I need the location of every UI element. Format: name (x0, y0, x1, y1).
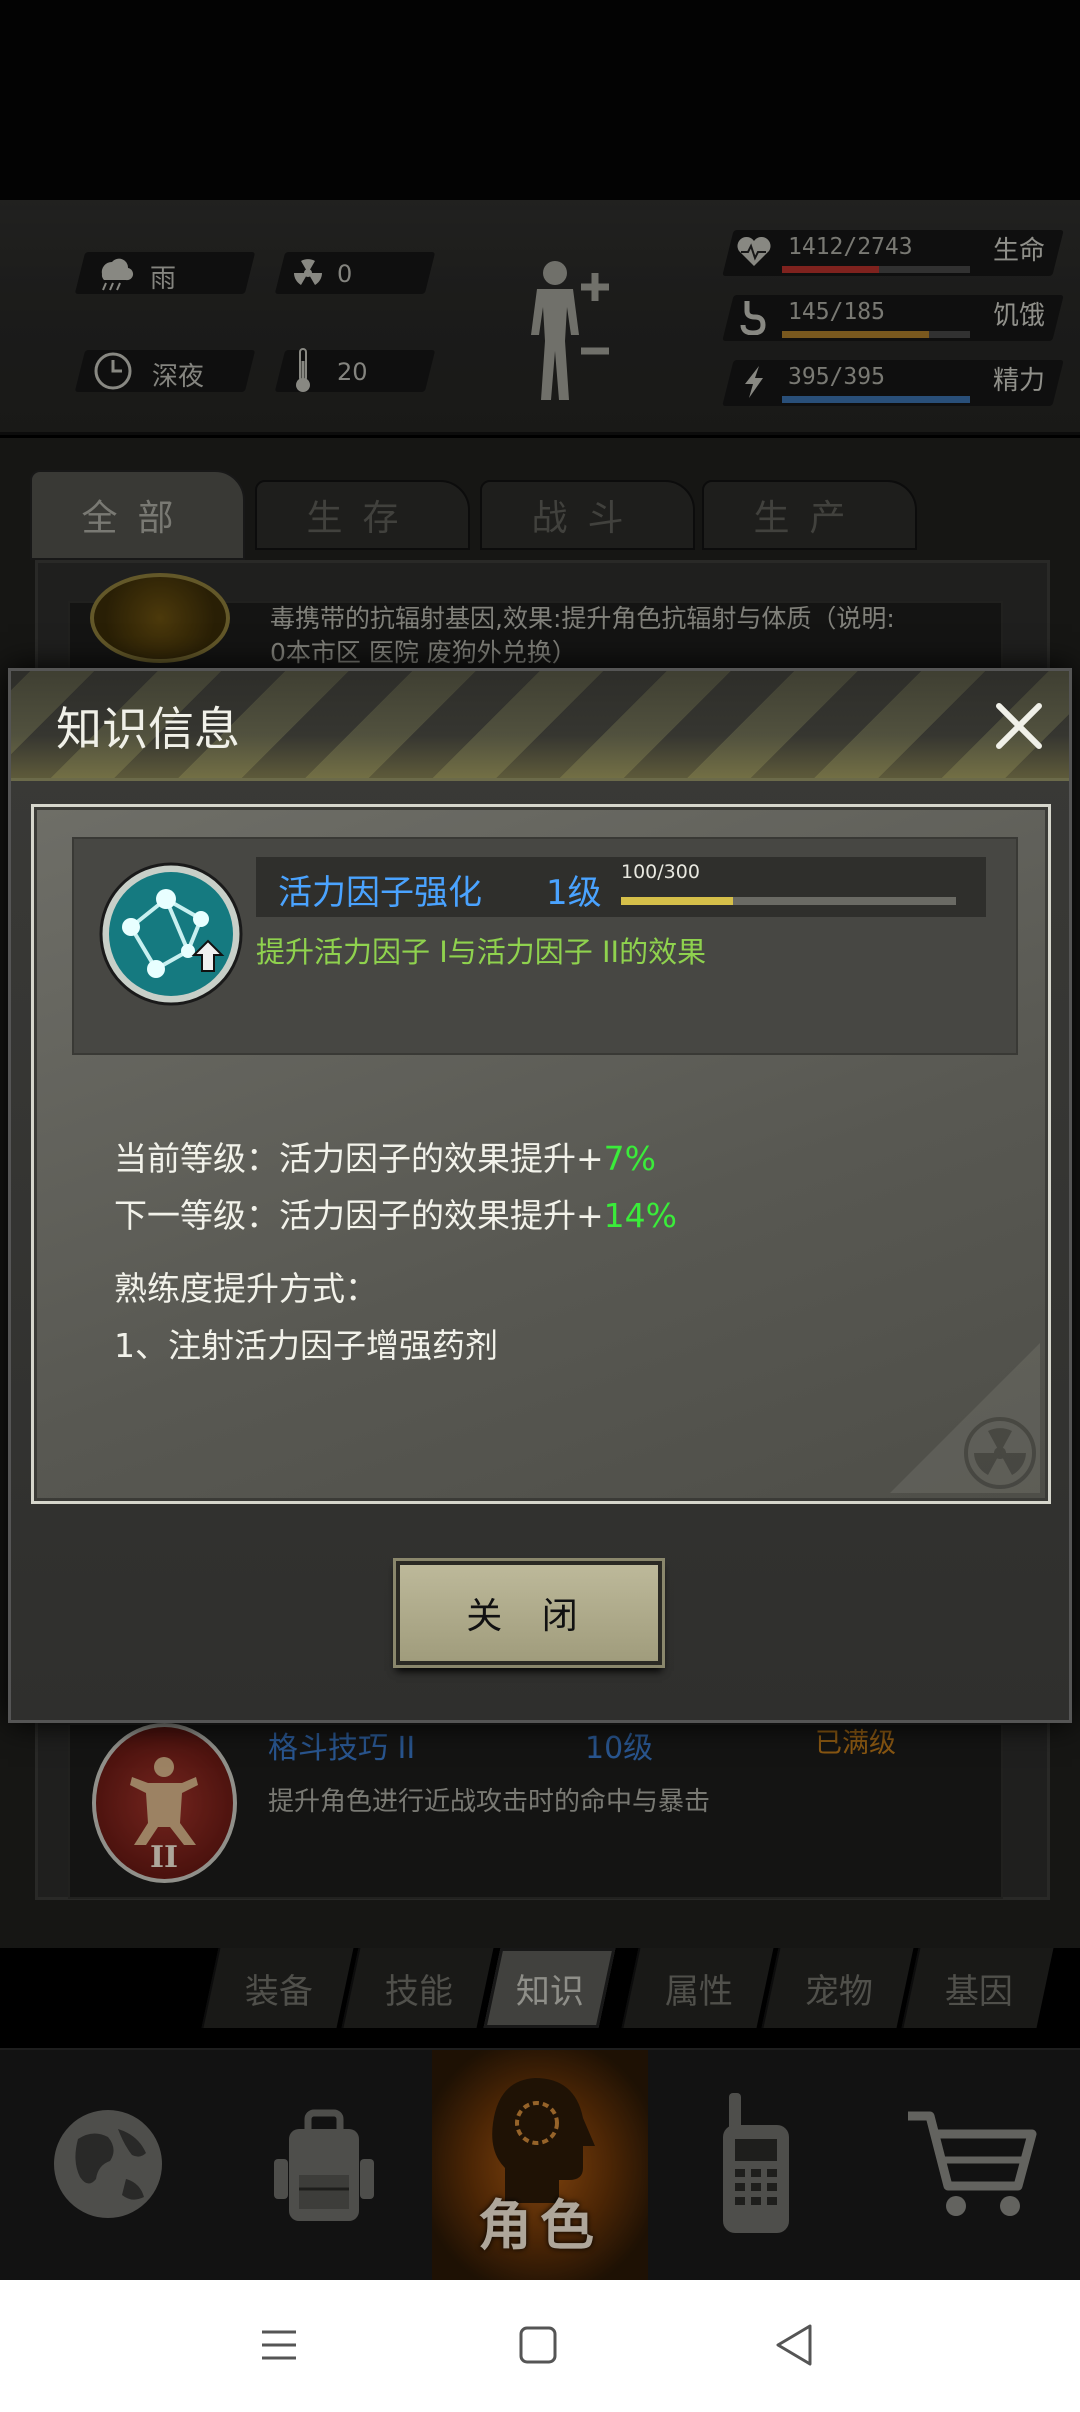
current-level-value: 7% (603, 1139, 657, 1178)
skill-name: 活力因子强化 (278, 873, 482, 913)
top-black-bar (0, 0, 1080, 200)
stomach-icon (734, 295, 774, 339)
nav-character-label: 角色 (478, 2194, 602, 2257)
home-icon[interactable] (517, 2324, 559, 2370)
system-nav-bar (0, 2280, 1080, 2412)
time-text: 深夜 (152, 362, 205, 392)
nav-world[interactable] (0, 2050, 216, 2282)
subtab-label: 装备 (244, 1971, 313, 2012)
skill-card: 活力因子强化 1级 100/300 提升活力因子 I与活力因子 II的效果 (72, 837, 1018, 1055)
nav-backpack[interactable] (216, 2050, 432, 2282)
health-value: 1412/2743 (788, 234, 913, 260)
character-subtabs: 装备 技能 知识 属性 宠物 基因 (200, 1948, 1060, 2028)
radiation-icon (285, 250, 331, 296)
dialog-body: 活力因子强化 1级 100/300 提升活力因子 I与活力因子 II的效果 当前… (31, 804, 1051, 1504)
energy-value: 395/395 (788, 364, 885, 390)
energy-bar-fill (782, 396, 970, 403)
current-level-text: 当前等级：活力因子的效果提升+ (114, 1139, 604, 1178)
next-level-line: 下一等级：活力因子的效果提升+14% (114, 1189, 677, 1237)
hunger-bar (782, 331, 970, 338)
list-item-desc: 提升角色进行近战攻击时的命中与暴击 (268, 1787, 711, 1817)
skill-description: 提升活力因子 I与活力因子 II的效果 (256, 935, 707, 969)
subtab-pets[interactable]: 宠物 (761, 1948, 914, 2028)
energy-icon (734, 360, 774, 404)
nav-radio[interactable] (648, 2050, 864, 2282)
list-item-desc: 毒携带的抗辐射基因,效果:提升角色抗辐射与体质（说明: (270, 604, 895, 633)
fighting-skill-icon: II (92, 1723, 237, 1883)
close-button[interactable]: 关 闭 (396, 1561, 662, 1665)
cart-icon (902, 2104, 1042, 2228)
radio-icon (701, 2089, 811, 2243)
subtab-label: 属性 (664, 1971, 733, 2012)
subtab-skills[interactable]: 技能 (341, 1948, 494, 2028)
backpack-icon (264, 2099, 384, 2233)
subtab-equipment[interactable]: 装备 (201, 1948, 354, 2028)
temperature-value: 20 (337, 358, 368, 386)
list-item[interactable]: II 格斗技巧 II 10级 已满级 提升角色进行近战攻击时的命中与暴击 (68, 1723, 1003, 1899)
hunger-value: 145/185 (788, 299, 885, 325)
skill-exp-bar (621, 897, 956, 905)
method-title: 熟练度提升方式： (114, 1269, 378, 1308)
back-icon[interactable] (772, 2322, 816, 2372)
next-level-text: 下一等级：活力因子的效果提升+ (114, 1196, 604, 1235)
skill-header: 活力因子强化 1级 100/300 (256, 857, 986, 917)
nav-shop[interactable] (864, 2050, 1080, 2282)
health-label: 生命 (993, 236, 1046, 266)
clock-icon (88, 346, 138, 396)
globe-icon (48, 2099, 168, 2233)
skill-exp-text: 100/300 (621, 861, 700, 883)
subtab-genes[interactable]: 基因 (901, 1948, 1054, 2028)
tab-combat[interactable]: 战斗 (480, 480, 695, 550)
gene-icon (90, 573, 230, 663)
energy-label: 精力 (993, 366, 1046, 396)
heart-icon (734, 230, 774, 274)
list-item-name: 格斗技巧 II (268, 1731, 416, 1766)
energy-bar (782, 396, 970, 403)
vitality-factor-icon (96, 859, 246, 1009)
subtab-attributes[interactable]: 属性 (621, 1948, 774, 2028)
method-item: 1、注射活力因子增强药剂 (114, 1326, 498, 1365)
list-item-max-badge: 已满级 (815, 1728, 896, 1759)
status-panel: 雨 0 深夜 20 1412/2743 生命 145/185 饥饿 395/39… (0, 200, 1080, 435)
tab-all[interactable]: 全部 (30, 470, 245, 560)
knowledge-info-dialog: 知识信息 活力因子强化 1级 100/300 提升活力因子 I与活力因子 II的… (8, 668, 1072, 1723)
next-level-value: 14% (603, 1196, 678, 1235)
thermometer-icon (288, 344, 318, 396)
body-icon[interactable] (510, 255, 630, 405)
nav-character[interactable]: 角色 (432, 2050, 648, 2282)
dialog-title: 知识信息 (56, 702, 240, 756)
rain-icon (88, 248, 138, 298)
skill-level: 1级 (546, 873, 602, 913)
radiation-value: 0 (337, 260, 353, 288)
hunger-bar-fill (782, 331, 930, 338)
tab-survival[interactable]: 生存 (255, 480, 470, 550)
weather-text: 雨 (150, 264, 177, 294)
hunger-label: 饥饿 (993, 301, 1046, 331)
subtab-label: 基因 (944, 1971, 1013, 2012)
tab-production[interactable]: 生产 (702, 480, 917, 550)
current-level-line: 当前等级：活力因子的效果提升+7% (114, 1132, 656, 1180)
svg-text:II: II (150, 1840, 178, 1875)
skill-exp-fill (621, 897, 733, 905)
subtab-label: 知识 (515, 1971, 584, 2012)
close-icon[interactable] (989, 696, 1049, 756)
subtab-label: 技能 (384, 1971, 453, 2012)
subtab-knowledge[interactable]: 知识 (483, 1948, 616, 2028)
list-item-desc-2: 0本市区 医院 废狗外兑换） (270, 638, 577, 667)
health-bar (782, 266, 970, 273)
menu-icon[interactable] (258, 2324, 300, 2370)
subtab-label: 宠物 (804, 1971, 873, 2012)
health-bar-fill (782, 266, 879, 273)
bottom-nav: 角色 (0, 2048, 1080, 2282)
list-item-level: 10级 (585, 1731, 654, 1766)
radiation-watermark-icon (890, 1343, 1040, 1493)
category-tabs: 全部 生存 战斗 生产 (30, 470, 1050, 560)
dialog-header: 知识信息 (11, 671, 1069, 781)
